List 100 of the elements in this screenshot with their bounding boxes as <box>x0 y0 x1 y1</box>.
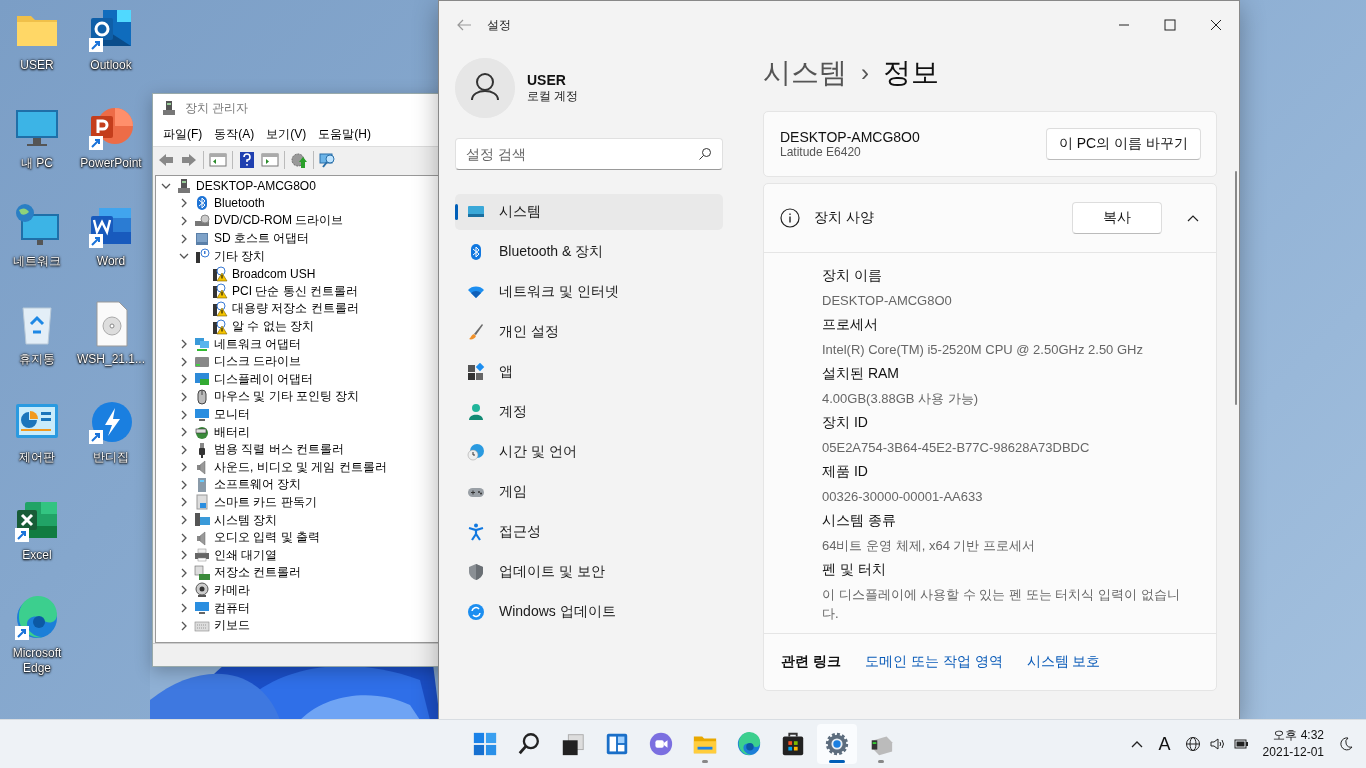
computer-icon <box>161 100 177 116</box>
search-icon[interactable] <box>698 147 712 161</box>
printer-device-icon <box>194 547 210 564</box>
battery-icon[interactable] <box>1232 736 1249 752</box>
tree-item[interactable]: 소프트웨어 장치 <box>214 476 302 494</box>
search-icon <box>516 731 542 757</box>
control-panel-icon[interactable] <box>16 404 58 438</box>
tree-item[interactable]: 컴퓨터 <box>214 599 250 617</box>
input-method-indicator[interactable]: A <box>1158 733 1171 755</box>
properties-icon[interactable] <box>261 151 279 169</box>
tree-item[interactable]: DVD/CD-ROM 드라이브 <box>214 212 344 230</box>
forward-arrow-icon[interactable] <box>180 151 198 169</box>
tree-item[interactable]: DESKTOP-AMCG8O0 <box>196 178 316 193</box>
spec-value: 64비트 운영 체제, x64 기반 프로세서 <box>822 537 1037 555</box>
nav-item[interactable]: 개인 설정 <box>455 314 723 350</box>
powerpoint-icon[interactable] <box>91 108 133 144</box>
related-link[interactable]: 시스템 보호 <box>1026 653 1101 671</box>
nav-item[interactable]: Bluetooth & 장치 <box>455 234 723 270</box>
menu-item[interactable]: 파일(F) <box>157 125 209 143</box>
spec-value: 이 디스플레이에 사용할 수 있는 펜 또는 터치식 입력이 없습니다. <box>822 586 1181 623</box>
monitor-device-icon <box>194 600 210 617</box>
tree-item[interactable]: 디스크 드라이브 <box>214 353 302 371</box>
clock-time[interactable]: 오후 4:32 <box>1273 727 1324 744</box>
system-device-icon <box>194 512 210 529</box>
settings-taskbar-button[interactable] <box>817 724 857 764</box>
device-name: DESKTOP-AMCG8O0 <box>780 129 920 145</box>
excel-icon[interactable] <box>17 502 57 538</box>
clock-date[interactable]: 2021-12-01 <box>1262 744 1324 761</box>
tree-item[interactable]: 스마트 카드 판독기 <box>214 494 317 511</box>
tree-item[interactable]: 인쇄 대기열 <box>214 546 278 564</box>
spec-label: 펜 및 터치 <box>822 560 887 579</box>
panel-icon[interactable] <box>209 151 227 169</box>
word-icon[interactable] <box>91 208 131 244</box>
start-icon <box>472 731 498 757</box>
menu-item[interactable]: 동작(A) <box>208 125 261 143</box>
tree-item[interactable]: 모니터 <box>214 406 250 423</box>
tree-item[interactable]: 네트워크 어댑터 <box>214 335 302 353</box>
breadcrumb-link[interactable]: 시스템 <box>763 54 847 92</box>
bandizip-icon[interactable] <box>92 402 132 442</box>
copy-button[interactable]: 복사 <box>1072 202 1162 234</box>
edge-icon <box>736 731 762 757</box>
pc-icon[interactable] <box>16 110 58 146</box>
tree-item[interactable]: 기타 장치 <box>214 247 266 265</box>
spec-value: 00326-30000-00001-AA633 <box>822 488 984 506</box>
personalize-icon <box>467 323 485 341</box>
page-title: 정보 <box>883 56 939 90</box>
tree-item[interactable]: 사운드, 비디오 및 게임 컨트롤러 <box>214 458 387 476</box>
nav-item[interactable]: 앱 <box>455 354 723 390</box>
nav-item[interactable]: 접근성 <box>455 514 723 550</box>
nav-item[interactable]: 게임 <box>455 474 723 510</box>
tree-item[interactable]: Bluetooth <box>214 196 265 211</box>
security-icon <box>467 563 485 581</box>
tree-item[interactable]: 카메라 <box>214 581 250 599</box>
spec-label: 제품 ID <box>822 462 869 481</box>
nav-item[interactable]: 시간 및 언어 <box>455 434 723 470</box>
tree-item[interactable]: Broadcom USH <box>232 266 316 281</box>
device-model: Latitude E6420 <box>780 145 862 159</box>
scrollbar[interactable] <box>1235 171 1237 405</box>
tree-item[interactable]: PCI 단순 통신 컨트롤러 <box>232 282 358 300</box>
search-field[interactable]: 설정 검색 <box>455 138 723 170</box>
tree-item[interactable]: 마우스 및 기타 포인팅 장치 <box>214 388 360 406</box>
tree-item[interactable]: 알 수 없는 장치 <box>232 318 314 336</box>
help-icon[interactable] <box>238 151 256 169</box>
recycle-icon[interactable] <box>22 307 52 345</box>
tree-item[interactable]: 시스템 장치 <box>214 511 278 529</box>
nav-item[interactable]: 네트워크 및 인터넷 <box>455 274 723 310</box>
tree-item[interactable]: 범용 직렬 버스 컨트롤러 <box>214 441 344 459</box>
nav-item[interactable]: 업데이트 및 보안 <box>455 554 723 590</box>
warning-device-icon <box>212 318 228 335</box>
tree-item[interactable]: SD 호스트 어댑터 <box>214 230 310 248</box>
display-device-icon <box>194 371 210 388</box>
related-link[interactable]: 도메인 또는 작업 영역 <box>864 653 1003 671</box>
globe-icon[interactable] <box>1184 736 1201 752</box>
account-type: 로컬 계정 <box>527 87 579 105</box>
moon-icon[interactable] <box>1338 736 1354 752</box>
tree-item[interactable]: 디스플레이 어댑터 <box>214 370 314 388</box>
tree-item[interactable]: 오디오 입력 및 출력 <box>214 529 320 547</box>
volume-icon[interactable] <box>1208 736 1225 752</box>
menu-item[interactable]: 도움말(H) <box>312 125 377 143</box>
tree-item[interactable]: 배터리 <box>214 423 250 441</box>
task-view-icon <box>560 731 586 757</box>
back-arrow-icon[interactable] <box>157 151 175 169</box>
outlook-icon[interactable] <box>91 10 131 46</box>
spec-label: 프로세서 <box>822 315 879 334</box>
update-driver-icon[interactable] <box>290 151 308 169</box>
rename-button[interactable]: 이 PC의 이름 바꾸기 <box>1045 128 1201 160</box>
nav-item[interactable]: 계정 <box>455 394 723 430</box>
card-device-icon <box>194 230 210 247</box>
edge-icon[interactable] <box>17 595 57 638</box>
tree-item[interactable]: 저장소 컨트롤러 <box>214 564 302 582</box>
camera-device-icon <box>194 582 210 599</box>
dvd-device-icon <box>194 213 210 229</box>
tree-item[interactable]: 키보드 <box>214 617 250 635</box>
nav-item[interactable]: 시스템 <box>455 194 723 230</box>
tree-item[interactable]: 대용량 저장소 컨트롤러 <box>232 300 359 318</box>
monitor-search-icon[interactable] <box>319 151 337 169</box>
nav-item[interactable]: Windows 업데이트 <box>455 594 723 630</box>
window-title: 설정 <box>487 16 511 34</box>
menu-item[interactable]: 보기(V) <box>260 125 313 143</box>
disc-file-icon[interactable] <box>96 301 128 347</box>
